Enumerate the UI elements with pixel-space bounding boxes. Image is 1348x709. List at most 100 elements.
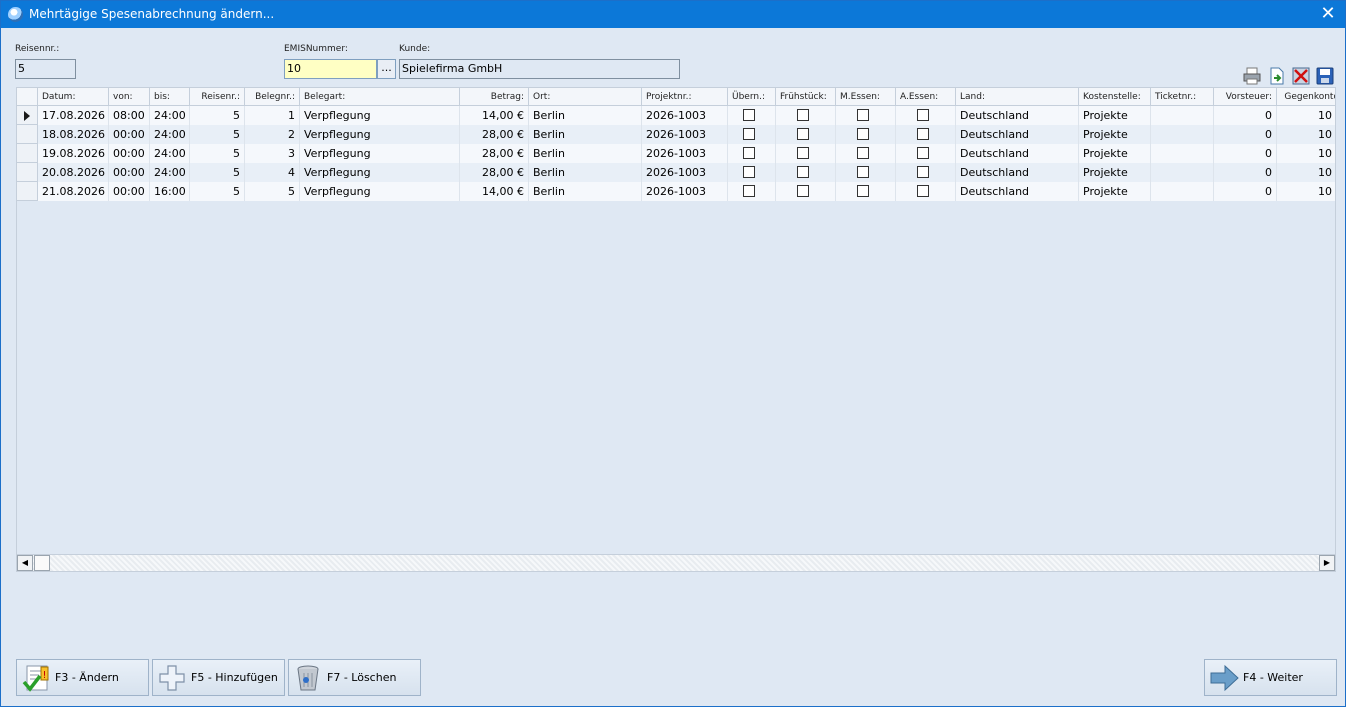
fruehstueck-checkbox[interactable]	[797, 185, 809, 197]
cell-belegnr[interactable]: 1	[245, 106, 300, 125]
uebern-checkbox[interactable]	[743, 185, 755, 197]
header-belegart[interactable]: Belegart:	[300, 88, 460, 106]
cell-projektnr[interactable]: 2026-1003	[642, 125, 728, 144]
cell-betrag[interactable]: 28,00 €	[460, 144, 529, 163]
export-icon[interactable]	[1268, 67, 1286, 85]
uebern-checkbox[interactable]	[743, 128, 755, 140]
cell-projektnr[interactable]: 2026-1003	[642, 182, 728, 201]
aessen-checkbox[interactable]	[917, 185, 929, 197]
cell-vorsteuer[interactable]: 0	[1214, 106, 1277, 125]
cell-bis[interactable]: 24:00	[150, 106, 190, 125]
table-row[interactable]: 19.08.2026 00:00 24:00 5 3 Verpflegung 28,00 €…	[38, 144, 1335, 163]
row-selector[interactable]	[17, 163, 38, 182]
horizontal-scrollbar[interactable]: ◀ ▶	[16, 554, 1336, 572]
cell-land[interactable]: Deutschland	[956, 125, 1079, 144]
cell-ticketnr[interactable]	[1151, 106, 1214, 125]
cell-von[interactable]: 00:00	[109, 182, 150, 201]
header-reisenr[interactable]: Reisenr.:	[190, 88, 245, 106]
cell-vorsteuer[interactable]: 0	[1214, 182, 1277, 201]
header-vorsteuer[interactable]: Vorsteuer:	[1214, 88, 1277, 106]
cell-betrag[interactable]: 14,00 €	[460, 182, 529, 201]
cell-ort[interactable]: Berlin	[529, 125, 642, 144]
cell-reisenr[interactable]: 5	[190, 125, 245, 144]
close-icon[interactable]: ✕	[1315, 3, 1341, 25]
cell-belegart[interactable]: Verpflegung	[300, 144, 460, 163]
cell-datum[interactable]: 17.08.2026	[38, 106, 109, 125]
cell-datum[interactable]: 18.08.2026	[38, 125, 109, 144]
header-von[interactable]: von:	[109, 88, 150, 106]
fruehstueck-checkbox[interactable]	[797, 147, 809, 159]
cell-datum[interactable]: 20.08.2026	[38, 163, 109, 182]
cell-von[interactable]: 08:00	[109, 106, 150, 125]
header-belegnr[interactable]: Belegnr.:	[245, 88, 300, 106]
cell-vorsteuer[interactable]: 0	[1214, 163, 1277, 182]
header-ort[interactable]: Ort:	[529, 88, 642, 106]
cell-betrag[interactable]: 14,00 €	[460, 106, 529, 125]
cell-kostenstelle[interactable]: Projekte	[1079, 144, 1151, 163]
cell-land[interactable]: Deutschland	[956, 182, 1079, 201]
row-selector[interactable]	[17, 182, 38, 201]
cell-betrag[interactable]: 28,00 €	[460, 163, 529, 182]
scroll-thumb[interactable]	[34, 555, 50, 571]
header-datum[interactable]: Datum:	[38, 88, 109, 106]
cell-ort[interactable]: Berlin	[529, 106, 642, 125]
header-projektnr[interactable]: Projektnr.:	[642, 88, 728, 106]
printer-icon[interactable]	[1243, 67, 1261, 85]
cell-ticketnr[interactable]	[1151, 182, 1214, 201]
cell-ort[interactable]: Berlin	[529, 163, 642, 182]
cell-projektnr[interactable]: 2026-1003	[642, 106, 728, 125]
weiter-button[interactable]: F4 - Weiter	[1204, 659, 1337, 696]
cell-belegnr[interactable]: 4	[245, 163, 300, 182]
header-betrag[interactable]: Betrag:	[460, 88, 529, 106]
cell-belegnr[interactable]: 3	[245, 144, 300, 163]
cell-gegenkonto[interactable]: 10	[1277, 163, 1335, 182]
cell-land[interactable]: Deutschland	[956, 163, 1079, 182]
cell-belegnr[interactable]: 2	[245, 125, 300, 144]
cell-ort[interactable]: Berlin	[529, 182, 642, 201]
cell-gegenkonto[interactable]: 10	[1277, 125, 1335, 144]
cell-reisenr[interactable]: 5	[190, 144, 245, 163]
cell-reisenr[interactable]: 5	[190, 106, 245, 125]
header-messen[interactable]: M.Essen:	[836, 88, 896, 106]
row-selector[interactable]	[17, 125, 38, 144]
table-row[interactable]: 21.08.2026 00:00 16:00 5 5 Verpflegung 14,00 €…	[38, 182, 1335, 201]
cell-gegenkonto[interactable]: 10	[1277, 182, 1335, 201]
cell-reisenr[interactable]: 5	[190, 182, 245, 201]
messen-checkbox[interactable]	[857, 185, 869, 197]
cell-datum[interactable]: 21.08.2026	[38, 182, 109, 201]
cell-von[interactable]: 00:00	[109, 163, 150, 182]
cell-vorsteuer[interactable]: 0	[1214, 125, 1277, 144]
header-fruehstueck[interactable]: Frühstück:	[776, 88, 836, 106]
save-icon[interactable]	[1316, 67, 1334, 85]
emis-lookup-button[interactable]: ...	[377, 59, 396, 79]
reisenr-field[interactable]: 5	[15, 59, 76, 79]
aessen-checkbox[interactable]	[917, 109, 929, 121]
cell-reisenr[interactable]: 5	[190, 163, 245, 182]
fruehstueck-checkbox[interactable]	[797, 109, 809, 121]
aessen-checkbox[interactable]	[917, 166, 929, 178]
cell-ticketnr[interactable]	[1151, 125, 1214, 144]
cell-belegart[interactable]: Verpflegung	[300, 106, 460, 125]
cell-von[interactable]: 00:00	[109, 125, 150, 144]
table-row[interactable]: 18.08.2026 00:00 24:00 5 2 Verpflegung 28,00 €…	[38, 125, 1335, 144]
cell-kostenstelle[interactable]: Projekte	[1079, 106, 1151, 125]
header-gegenkonto[interactable]: Gegenkonto:	[1277, 88, 1335, 106]
cell-datum[interactable]: 19.08.2026	[38, 144, 109, 163]
cell-bis[interactable]: 24:00	[150, 125, 190, 144]
messen-checkbox[interactable]	[857, 147, 869, 159]
header-bis[interactable]: bis:	[150, 88, 190, 106]
cell-belegart[interactable]: Verpflegung	[300, 125, 460, 144]
cell-gegenkonto[interactable]: 10	[1277, 106, 1335, 125]
header-uebern[interactable]: Übern.:	[728, 88, 776, 106]
cell-belegart[interactable]: Verpflegung	[300, 182, 460, 201]
cell-bis[interactable]: 24:00	[150, 144, 190, 163]
row-selector[interactable]	[17, 144, 38, 163]
loeschen-button[interactable]: F7 - Löschen	[288, 659, 421, 696]
header-kostenstelle[interactable]: Kostenstelle:	[1079, 88, 1151, 106]
delete-icon[interactable]	[1292, 67, 1310, 85]
fruehstueck-checkbox[interactable]	[797, 166, 809, 178]
messen-checkbox[interactable]	[857, 166, 869, 178]
cell-ticketnr[interactable]	[1151, 144, 1214, 163]
cell-gegenkonto[interactable]: 10	[1277, 144, 1335, 163]
cell-projektnr[interactable]: 2026-1003	[642, 144, 728, 163]
